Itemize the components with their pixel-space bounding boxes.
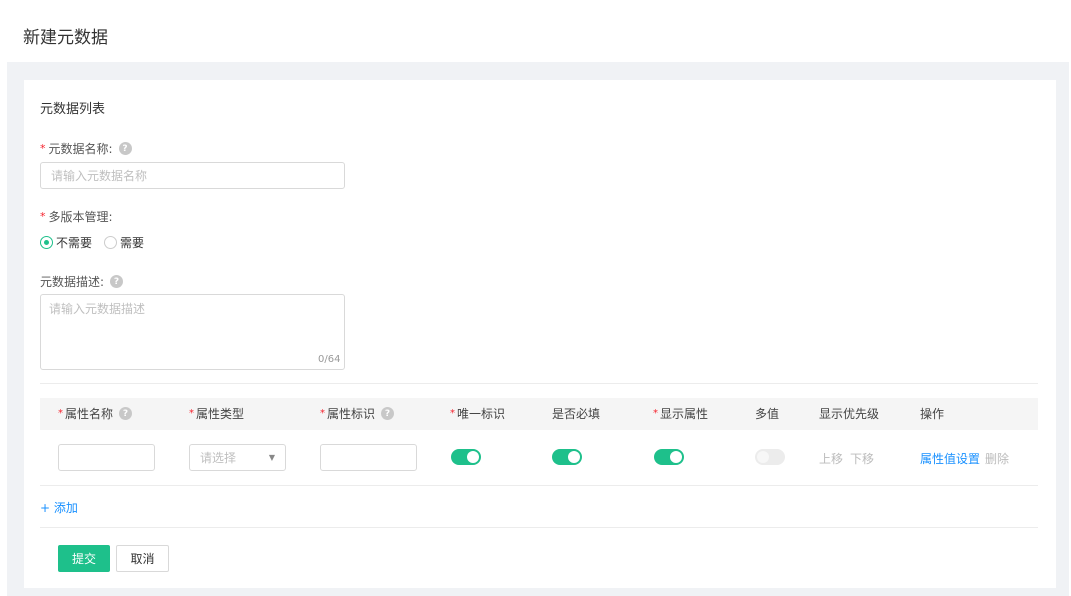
required-switch[interactable] — [552, 449, 582, 465]
col-label: 多值 — [755, 407, 780, 421]
attr-name-input[interactable] — [58, 444, 155, 471]
col-attr-name: * 属性名称 ? — [58, 405, 133, 422]
required-mark: * — [40, 142, 46, 155]
col-unique: * 唯一标识 — [450, 405, 505, 422]
multi-switch — [755, 449, 785, 465]
name-label: * 元数据名称: ? — [40, 140, 132, 157]
attr-type-select[interactable]: 请选择 ▼ — [189, 444, 286, 471]
col-label: 显示优先级 — [819, 407, 880, 421]
section-title: 元数据列表 — [40, 102, 106, 117]
attr-value-settings-link[interactable]: 属性值设置 — [920, 450, 980, 467]
required-mark: * — [58, 408, 63, 419]
divider — [40, 383, 1038, 384]
col-label: 属性名称 — [65, 407, 114, 421]
description-label-text: 元数据描述: — [40, 275, 105, 289]
radio-checked-icon — [40, 236, 53, 249]
required-mark: * — [320, 408, 325, 419]
col-required: 是否必填 — [552, 405, 600, 422]
page-title: 新建元数据 — [23, 28, 108, 48]
select-placeholder: 请选择 — [200, 451, 237, 465]
col-label: 属性标识 — [327, 407, 376, 421]
versioning-label-text: 多版本管理: — [48, 210, 113, 224]
attr-key-input[interactable] — [320, 444, 417, 471]
col-attr-key: * 属性标识 ? — [320, 405, 395, 422]
col-label: 显示属性 — [660, 407, 709, 421]
col-display: * 显示属性 — [653, 405, 708, 422]
char-counter: 0/64 — [318, 354, 341, 365]
display-switch[interactable] — [654, 449, 684, 465]
divider — [40, 485, 1038, 486]
name-input[interactable] — [40, 162, 345, 189]
radio-unchecked-icon — [104, 236, 118, 249]
description-textarea[interactable] — [40, 294, 345, 370]
caret-down-icon: ▼ — [268, 453, 275, 462]
unique-switch[interactable] — [451, 449, 481, 465]
col-label: 操作 — [920, 407, 945, 421]
col-label: 属性类型 — [196, 407, 245, 421]
move-up-button[interactable]: 上移 — [819, 450, 843, 467]
description-label: 元数据描述: ? — [40, 273, 124, 290]
required-mark: * — [653, 408, 658, 419]
col-actions: 操作 — [920, 405, 944, 422]
radio-label: 需要 — [120, 236, 145, 250]
required-mark: * — [40, 210, 46, 223]
col-attr-type: * 属性类型 — [189, 405, 244, 422]
divider — [40, 527, 1038, 528]
versioning-label: * 多版本管理: — [40, 208, 113, 225]
help-icon[interactable]: ? — [381, 407, 395, 420]
col-multi: 多值 — [755, 405, 779, 422]
col-label: 唯一标识 — [457, 407, 506, 421]
submit-button[interactable]: 提交 — [58, 545, 110, 572]
name-label-text: 元数据名称: — [48, 142, 113, 156]
move-down-button[interactable]: 下移 — [850, 450, 874, 467]
delete-button[interactable]: 删除 — [985, 450, 1009, 467]
help-icon[interactable]: ? — [119, 407, 133, 420]
cancel-button[interactable]: 取消 — [116, 545, 169, 572]
required-mark: * — [189, 408, 194, 419]
help-icon[interactable]: ? — [118, 142, 132, 155]
radio-no-versioning[interactable]: 不需要 — [40, 234, 92, 251]
versioning-radio-group: 不需要 需要 — [40, 234, 156, 251]
add-attribute-link[interactable]: + 添加 — [40, 499, 78, 516]
radio-label: 不需要 — [56, 236, 93, 250]
col-priority: 显示优先级 — [819, 405, 879, 422]
help-icon[interactable]: ? — [110, 275, 124, 288]
col-label: 是否必填 — [552, 407, 601, 421]
radio-versioning[interactable]: 需要 — [104, 234, 144, 251]
required-mark: * — [450, 408, 455, 419]
